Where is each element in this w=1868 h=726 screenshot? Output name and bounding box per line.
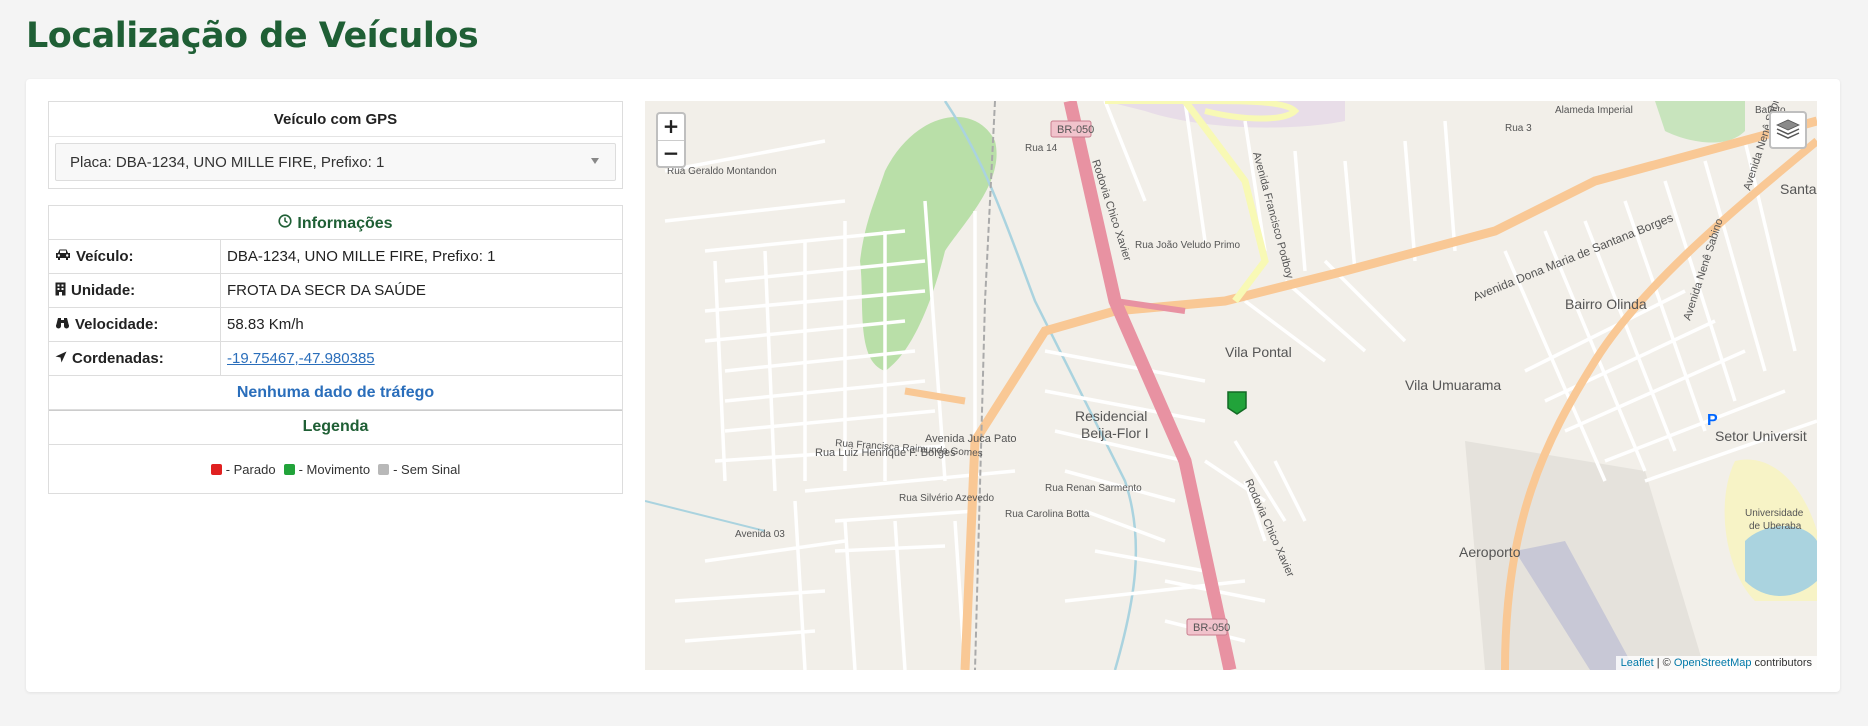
map[interactable]: BR-050 BR-050 Rodovia Chico Xavier Rodov… <box>645 101 1817 670</box>
leaflet-link[interactable]: Leaflet <box>1621 657 1654 669</box>
avenue <box>904 387 966 405</box>
info-label-coords: Cordenadas: <box>72 350 164 367</box>
map-label: de Uberaba <box>1749 521 1802 532</box>
info-label-unit: Unidade: <box>71 282 136 299</box>
info-header: Informações <box>49 206 622 240</box>
location-arrow-icon <box>55 350 67 367</box>
car-icon <box>55 248 71 265</box>
vehicle-select-value: Placa: DBA-1234, UNO MILLE FIRE, Prefixo… <box>70 153 385 171</box>
zoom-in-button[interactable]: + <box>658 114 684 140</box>
map-label: Alameda Imperial <box>1555 105 1633 116</box>
map-label: Rua 3 <box>1505 123 1532 134</box>
river <box>645 500 766 532</box>
zoom-control: + − <box>656 112 686 168</box>
info-row-key: Unidade: <box>49 274 221 307</box>
lake <box>1745 526 1817 596</box>
info-row-vehicle: Veículo: DBA-1234, UNO MILLE FIRE, Prefi… <box>49 240 622 274</box>
legend-label-no-signal: - Sem Sinal <box>393 461 461 477</box>
chevron-down-icon <box>591 158 599 164</box>
page-title: Localização de Veículos <box>26 16 479 56</box>
map-label: Aeroporto <box>1459 544 1521 560</box>
moving-marker-icon <box>283 463 295 475</box>
map-label: Beija-Flor I <box>1081 425 1149 441</box>
info-value-unit: FROTA DA SECR DA SAÚDE <box>227 282 426 299</box>
map-label: Bairro Olinda <box>1565 296 1647 312</box>
map-label: Rua 14 <box>1025 143 1058 154</box>
parking-icon: P <box>1707 412 1718 429</box>
map-label: Setor Universit <box>1715 428 1807 444</box>
info-row-unit: Unidade: FROTA DA SECR DA SAÚDE <box>49 274 622 308</box>
map-label: Rua Carolina Botta <box>1005 509 1090 520</box>
map-attribution: Leaflet | © OpenStreetMap contributors <box>1615 656 1817 670</box>
info-row-speed: Velocidade: 58.83 Km/h <box>49 308 622 342</box>
clock-icon <box>278 214 293 233</box>
legend-label-moving: - Movimento <box>298 461 371 477</box>
info-row-key: Cordenadas: <box>49 342 221 375</box>
info-panel: Informações Veículo: DBA-1234, UNO MILLE… <box>48 205 623 494</box>
building-icon <box>55 282 66 300</box>
info-row-coords: Cordenadas: -19.75467,-47.980385 <box>49 342 622 376</box>
map-label: Rua João Veludo Primo <box>1135 240 1241 251</box>
avenue-francisco <box>1182 101 1269 304</box>
zoom-out-button[interactable]: − <box>658 140 684 166</box>
vehicle-select-panel: Veículo com GPS Placa: DBA-1234, UNO MIL… <box>48 101 623 189</box>
osm-link[interactable]: OpenStreetMap <box>1674 657 1752 669</box>
map-label: Rua Silvério Azevedo <box>899 493 994 504</box>
info-label-vehicle: Veículo: <box>76 248 134 265</box>
binoculars-icon <box>55 316 70 333</box>
legend-label-stopped: - Parado <box>225 461 276 477</box>
info-header-label: Informações <box>297 214 393 232</box>
info-label-speed: Velocidade: <box>75 316 159 333</box>
layers-icon <box>1775 115 1801 146</box>
coordinates-link[interactable]: -19.75467,-47.980385 <box>227 350 375 367</box>
map-tiles: BR-050 BR-050 Rodovia Chico Xavier Rodov… <box>645 101 1817 670</box>
stopped-marker-icon <box>210 463 222 475</box>
map-label: Avenida Juca Pato <box>925 433 1017 445</box>
layers-button[interactable] <box>1769 111 1807 149</box>
map-label: BR-050 <box>1193 622 1230 634</box>
map-label: Vila Pontal <box>1225 344 1292 360</box>
vehicle-marker-icon[interactable] <box>1227 391 1247 420</box>
attribution-separator: | © <box>1653 657 1674 669</box>
legend-header: Legenda <box>49 410 622 445</box>
map-label: Residencial <box>1075 408 1147 424</box>
legend: - Parado - Movimento - Sem Sinal <box>49 445 622 493</box>
map-label: Rua Renan Sarmento <box>1045 483 1142 494</box>
left-panel: Veículo com GPS Placa: DBA-1234, UNO MIL… <box>48 101 623 494</box>
map-label: BR-050 <box>1057 124 1094 136</box>
info-value-coords: -19.75467,-47.980385 <box>221 342 375 375</box>
park-area <box>1655 101 1745 143</box>
map-label: Santa <box>1780 181 1817 197</box>
map-label: Universidade <box>1745 508 1804 519</box>
info-value-speed: 58.83 Km/h <box>227 316 304 333</box>
no-signal-marker-icon <box>378 463 390 475</box>
info-row-key: Veículo: <box>49 240 221 273</box>
traffic-status: Nenhuma dado de tráfego <box>49 376 622 410</box>
vehicle-select-header: Veículo com GPS <box>49 102 622 137</box>
info-value-vehicle: DBA-1234, UNO MILLE FIRE, Prefixo: 1 <box>227 248 496 265</box>
highway <box>1063 101 1237 670</box>
attribution-suffix: contributors <box>1751 657 1812 669</box>
map-label: Avenida 03 <box>735 529 785 540</box>
vehicle-select[interactable]: Placa: DBA-1234, UNO MILLE FIRE, Prefixo… <box>55 143 616 181</box>
map-label: Vila Umuarama <box>1405 377 1501 393</box>
info-row-key: Velocidade: <box>49 308 221 341</box>
